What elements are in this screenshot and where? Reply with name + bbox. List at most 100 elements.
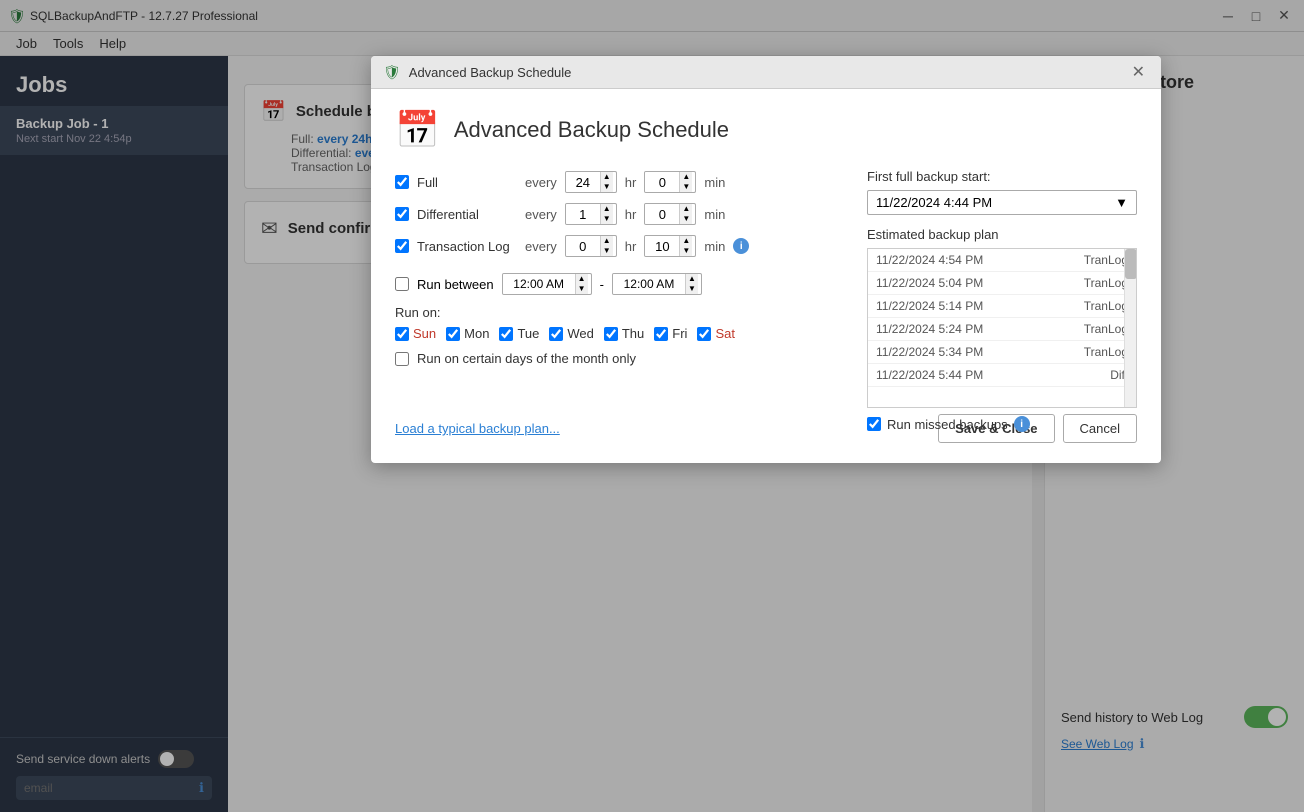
day-sun: Sun (395, 326, 436, 341)
day-tue-label: Tue (517, 326, 539, 341)
backup-plan-type-0: TranLog (1084, 253, 1128, 267)
backup-plan-row-0: 11/22/2024 4:54 PM TranLog (868, 249, 1136, 272)
tlog-hr-input[interactable] (566, 236, 600, 256)
full-min-unit: min (704, 175, 725, 190)
end-down[interactable]: ▼ (686, 284, 698, 294)
run-between-end-input[interactable] (613, 274, 685, 294)
full-hr-down[interactable]: ▼ (601, 182, 613, 192)
tlog-hr-up[interactable]: ▲ (601, 236, 613, 246)
full-min-down[interactable]: ▼ (680, 182, 692, 192)
backup-plan-type-2: TranLog (1084, 299, 1128, 313)
modal-overlay: 🛡 Advanced Backup Schedule ✕ 📅 Advanced … (0, 0, 1304, 812)
diff-min-btns: ▲ ▼ (679, 204, 692, 224)
day-tue-checkbox[interactable] (499, 327, 513, 341)
full-every: every (525, 175, 557, 190)
backup-plan-list: 11/22/2024 4:54 PM TranLog 11/22/2024 5:… (867, 248, 1137, 408)
run-between-dash: - (600, 277, 604, 292)
backup-plan-row-2: 11/22/2024 5:14 PM TranLog (868, 295, 1136, 318)
day-sat-label: Sat (715, 326, 735, 341)
tlog-hr-spinner: ▲ ▼ (565, 235, 617, 257)
diff-hr-input[interactable] (566, 204, 600, 224)
day-wed-checkbox[interactable] (549, 327, 563, 341)
day-sat: Sat (697, 326, 735, 341)
diff-hr-unit: hr (625, 207, 637, 222)
end-up[interactable]: ▲ (686, 274, 698, 284)
start-down[interactable]: ▼ (576, 284, 588, 294)
schedule-full-row: Full every ▲ ▼ hr ▲ ▼ (395, 171, 865, 193)
day-tue: Tue (499, 326, 539, 341)
run-between-checkbox[interactable] (395, 277, 409, 291)
tlog-min-down[interactable]: ▼ (680, 246, 692, 256)
diff-min-spinner: ▲ ▼ (644, 203, 696, 225)
modal-header-row: 📅 Advanced Backup Schedule (395, 109, 1137, 151)
tlog-min-unit: min (704, 239, 725, 254)
tlog-min-btns: ▲ ▼ (679, 236, 692, 256)
day-thu-checkbox[interactable] (604, 327, 618, 341)
diff-hr-spinner: ▲ ▼ (565, 203, 617, 225)
diff-min-up[interactable]: ▲ (680, 204, 692, 214)
full-hr-btns: ▲ ▼ (600, 172, 613, 192)
tlog-hr-unit: hr (625, 239, 637, 254)
full-hr-up[interactable]: ▲ (601, 172, 613, 182)
backup-plan-row-3: 11/22/2024 5:24 PM TranLog (868, 318, 1136, 341)
run-between-start-spinner: ▲ ▼ (502, 273, 592, 295)
modal-close-button[interactable]: ✕ (1128, 62, 1149, 82)
diff-min-input[interactable] (645, 204, 679, 224)
certain-days-checkbox[interactable] (395, 352, 409, 366)
diff-hr-down[interactable]: ▼ (601, 214, 613, 224)
first-backup-value: 11/22/2024 4:44 PM (876, 195, 992, 210)
start-up[interactable]: ▲ (576, 274, 588, 284)
first-backup-label: First full backup start: (867, 169, 1137, 184)
backup-plan-type-4: TranLog (1084, 345, 1128, 359)
schedule-grid: Full every ▲ ▼ hr ▲ ▼ (395, 171, 865, 257)
run-between-start-input[interactable] (503, 274, 575, 294)
full-hr-unit: hr (625, 175, 637, 190)
tlog-hr-down[interactable]: ▼ (601, 246, 613, 256)
day-sun-checkbox[interactable] (395, 327, 409, 341)
estimated-label: Estimated backup plan (867, 227, 1137, 242)
backup-plan-thumb (1125, 249, 1137, 279)
run-between-label: Run between (417, 277, 494, 292)
day-mon-label: Mon (464, 326, 489, 341)
day-thu-label: Thu (622, 326, 644, 341)
backup-plan-row-5: 11/22/2024 5:44 PM Diff (868, 364, 1136, 387)
diff-checkbox[interactable] (395, 207, 409, 221)
day-fri-checkbox[interactable] (654, 327, 668, 341)
full-min-spinner: ▲ ▼ (644, 171, 696, 193)
run-missed-checkbox[interactable] (867, 417, 881, 431)
modal-title: Advanced Backup Schedule (454, 117, 729, 143)
first-backup-select[interactable]: 11/22/2024 4:44 PM ▼ (867, 190, 1137, 215)
backup-plan-time-1: 11/22/2024 5:04 PM (876, 276, 983, 290)
tlog-label: Transaction Log (417, 239, 517, 254)
tlog-min-up[interactable]: ▲ (680, 236, 692, 246)
day-fri-label: Fri (672, 326, 687, 341)
day-mon-checkbox[interactable] (446, 327, 460, 341)
full-min-input[interactable] (645, 172, 679, 192)
run-missed-label: Run missed backups (887, 417, 1008, 432)
diff-hr-btns: ▲ ▼ (600, 204, 613, 224)
modal-titlebar: 🛡 Advanced Backup Schedule ✕ (371, 56, 1161, 89)
modal-calendar-icon: 📅 (395, 109, 440, 151)
tlog-checkbox[interactable] (395, 239, 409, 253)
full-hr-input[interactable] (566, 172, 600, 192)
day-sun-label: Sun (413, 326, 436, 341)
full-hr-spinner: ▲ ▼ (565, 171, 617, 193)
modal-body: 📅 Advanced Backup Schedule Full every ▲ … (371, 89, 1161, 402)
day-wed: Wed (549, 326, 594, 341)
run-between-start-btns: ▲ ▼ (575, 274, 588, 294)
backup-plan-scrollbar[interactable] (1124, 249, 1136, 407)
run-between-end-spinner: ▲ ▼ (612, 273, 702, 295)
tlog-min-input[interactable] (645, 236, 679, 256)
diff-hr-up[interactable]: ▲ (601, 204, 613, 214)
day-sat-checkbox[interactable] (697, 327, 711, 341)
full-min-up[interactable]: ▲ (680, 172, 692, 182)
full-checkbox[interactable] (395, 175, 409, 189)
tlog-info-icon[interactable]: i (733, 238, 749, 254)
backup-plan-row-1: 11/22/2024 5:04 PM TranLog (868, 272, 1136, 295)
tlog-every: every (525, 239, 557, 254)
run-missed-info-icon[interactable]: i (1014, 416, 1030, 432)
backup-plan-time-3: 11/22/2024 5:24 PM (876, 322, 983, 336)
diff-min-down[interactable]: ▼ (680, 214, 692, 224)
run-between-end-btns: ▲ ▼ (685, 274, 698, 294)
load-typical-link[interactable]: Load a typical backup plan... (395, 421, 560, 436)
